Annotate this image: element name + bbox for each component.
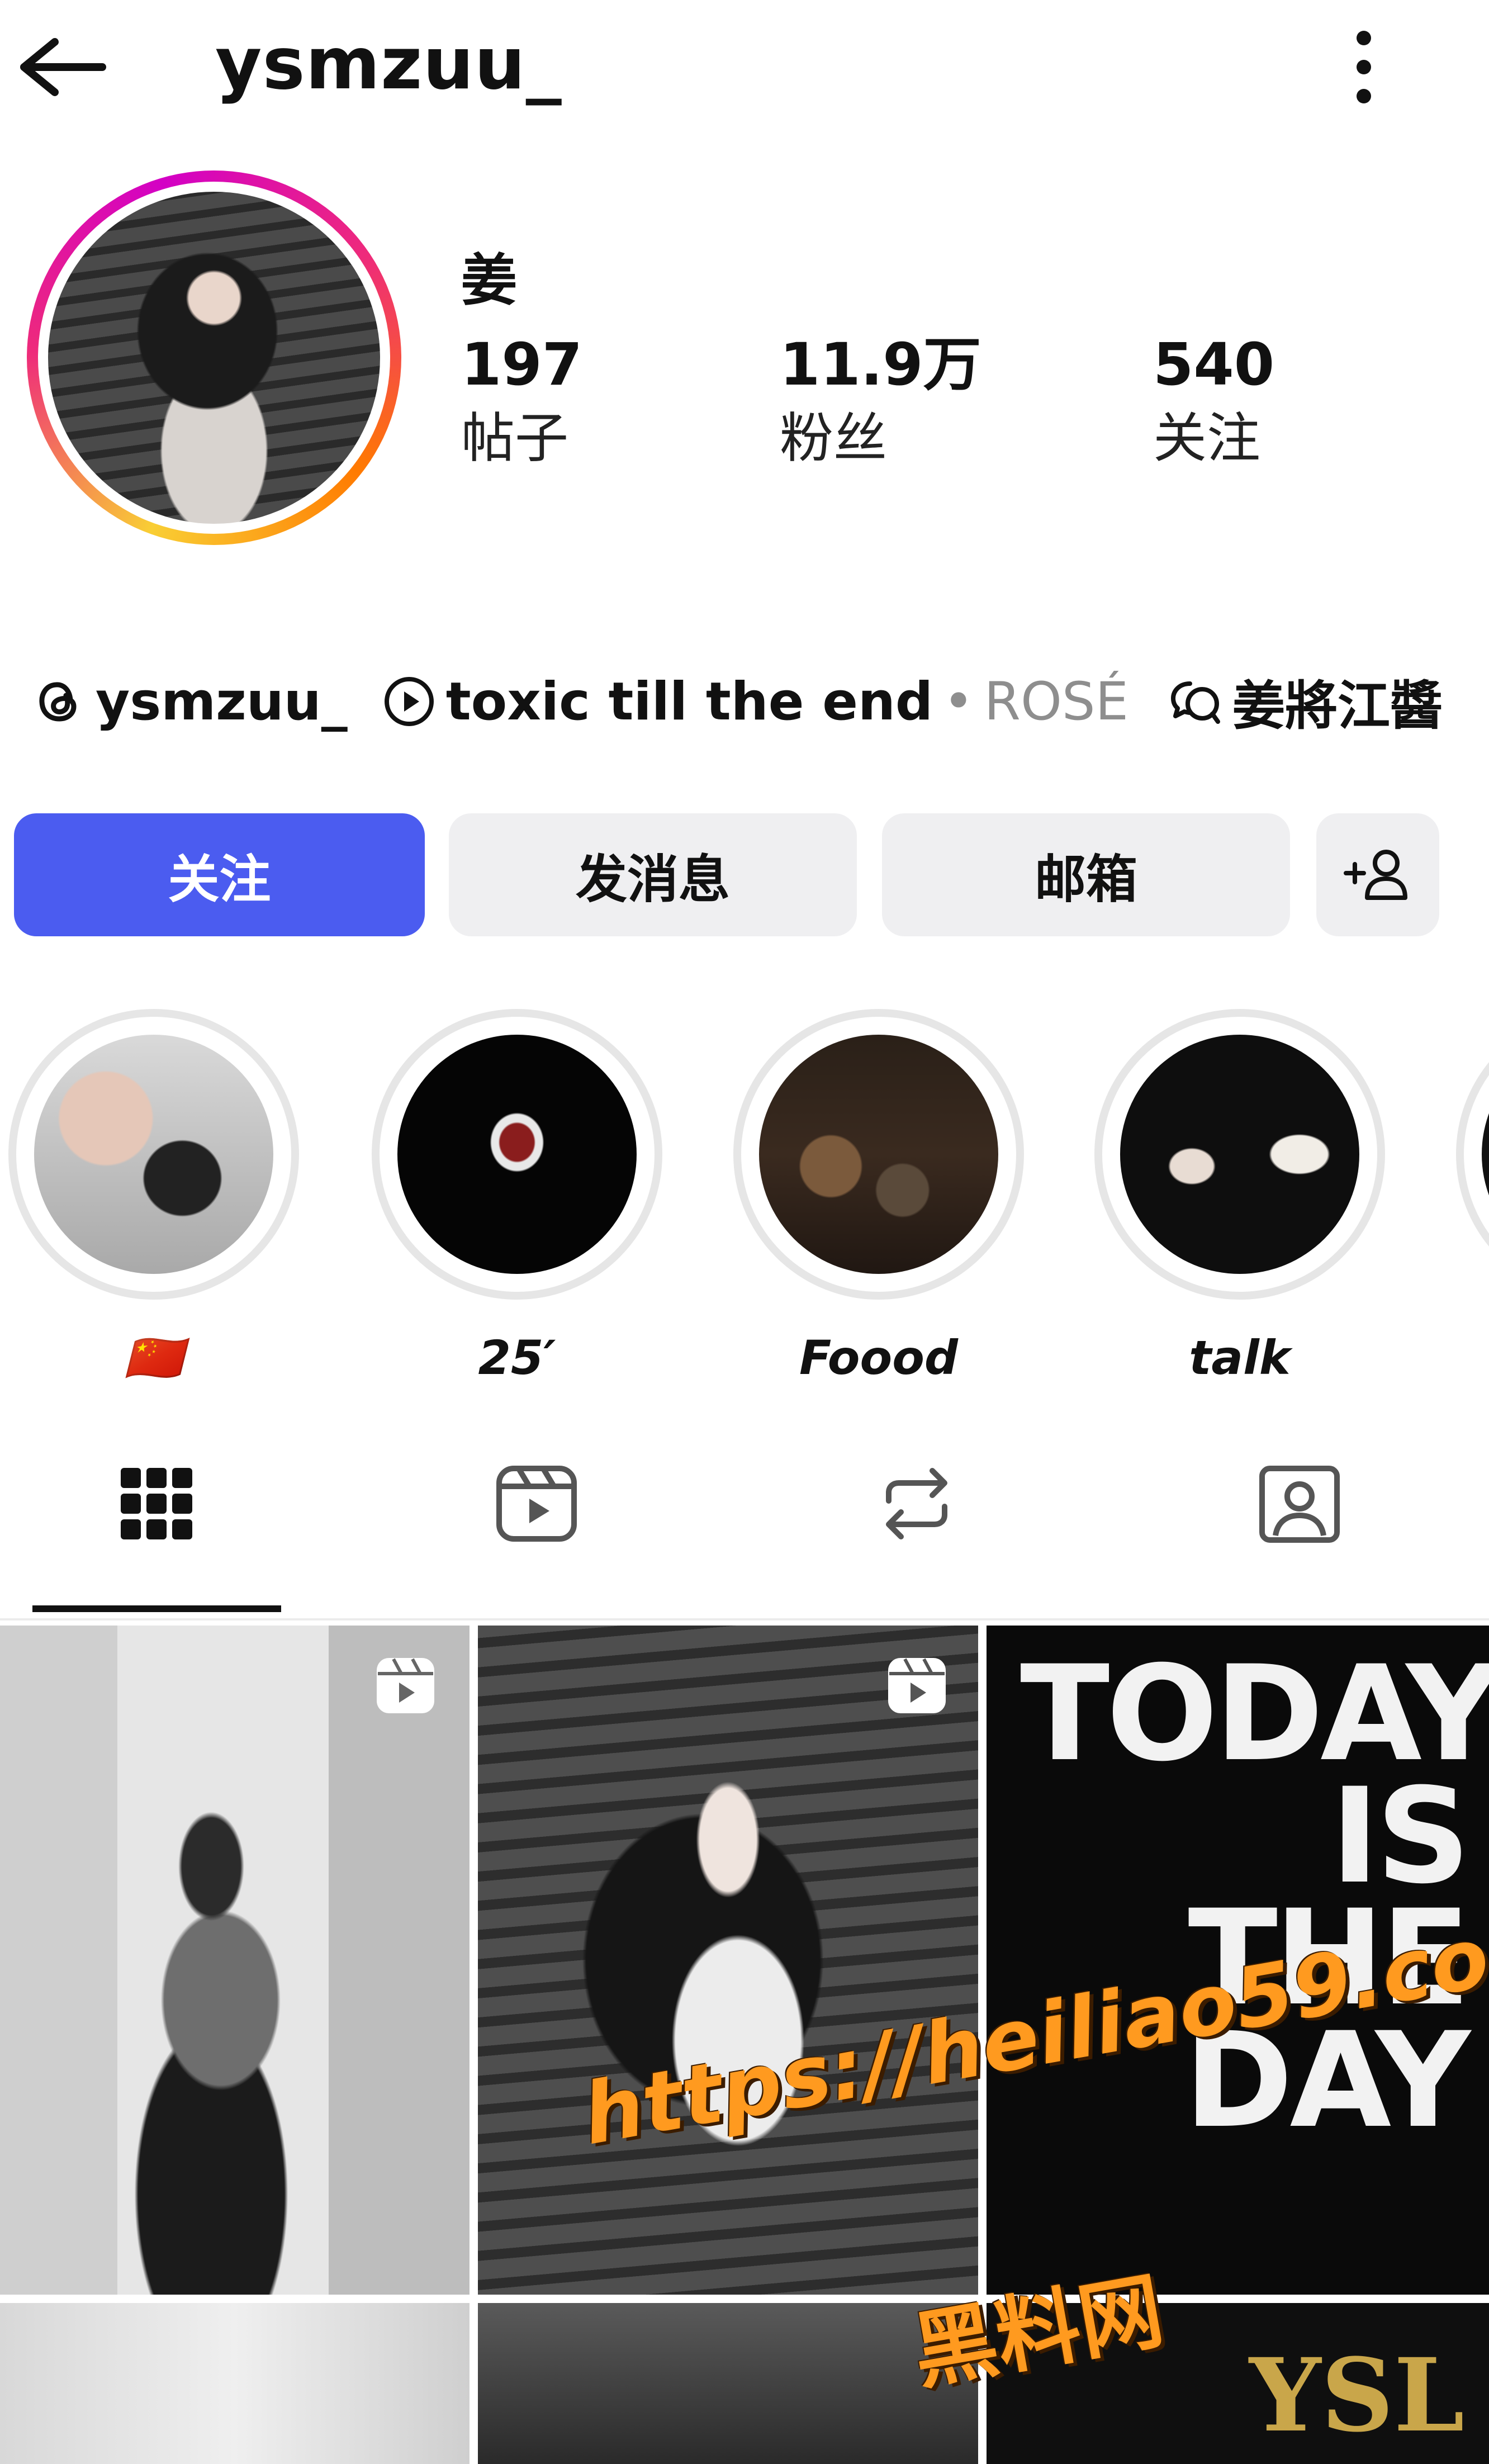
tab-reposts[interactable] xyxy=(866,1453,967,1554)
threads-handle-link[interactable]: ysmzuu_ xyxy=(96,671,348,732)
highlight-cover xyxy=(1482,1035,1489,1274)
profile-links-row: ysmzuu_ toxic till the end • ROSÉ 姜將江醬 xyxy=(31,662,1443,741)
song-separator: • xyxy=(943,671,974,732)
play-circle-icon[interactable] xyxy=(381,674,437,729)
tab-posts-grid[interactable] xyxy=(106,1453,207,1554)
profile-username: ysmzuu_ xyxy=(215,22,562,106)
chat-bubbles-icon[interactable] xyxy=(1168,674,1224,729)
grid-icon xyxy=(121,1468,192,1539)
posts-label: 帖子 xyxy=(461,407,568,470)
community-name-link[interactable]: 姜將江醬 xyxy=(1232,664,1443,740)
avatar xyxy=(48,192,380,524)
add-person-icon xyxy=(1344,850,1407,900)
story-highlight[interactable]: 🇨🇳 xyxy=(8,1009,299,1386)
avatar-story-ring[interactable] xyxy=(27,170,401,545)
following-label: 关注 xyxy=(1153,407,1260,470)
followers-count: 11.9万 xyxy=(780,330,981,399)
followers-label: 粉丝 xyxy=(780,407,887,470)
story-highlight[interactable]: talk xyxy=(1094,1009,1385,1385)
display-name: 姜 xyxy=(461,248,517,313)
follow-button[interactable]: 关注 xyxy=(14,813,425,936)
song-artist: ROSÉ xyxy=(984,671,1128,732)
more-options-button[interactable] xyxy=(1339,31,1389,103)
song-title-link[interactable]: toxic till the end xyxy=(446,671,933,732)
tab-reels[interactable] xyxy=(486,1453,587,1554)
tab-tagged[interactable] xyxy=(1249,1453,1350,1554)
threads-icon[interactable] xyxy=(31,674,87,729)
reels-icon xyxy=(496,1466,577,1542)
highlight-label: 25′ xyxy=(478,1330,556,1385)
reels-badge-icon xyxy=(888,1658,946,1713)
highlight-cover xyxy=(397,1035,637,1274)
suggested-people-button[interactable] xyxy=(1316,813,1439,936)
story-highlight[interactable] xyxy=(1456,1009,1489,1300)
following-count: 540 xyxy=(1153,330,1275,399)
tagged-icon xyxy=(1259,1466,1340,1543)
message-button[interactable]: 发消息 xyxy=(449,813,857,936)
stat-posts[interactable]: 197 帖子 xyxy=(461,335,582,468)
back-button[interactable] xyxy=(16,28,108,106)
more-vertical-icon xyxy=(1357,31,1371,45)
email-button[interactable]: 邮箱 xyxy=(882,813,1290,936)
stat-followers[interactable]: 11.9万 粉丝 xyxy=(780,335,981,468)
ysl-logo: YSL xyxy=(1249,2337,1465,2454)
post-thumbnail[interactable] xyxy=(478,1626,978,2295)
story-highlight[interactable]: Foood xyxy=(733,1009,1024,1385)
post-thumbnail[interactable] xyxy=(478,2303,978,2464)
active-tab-indicator xyxy=(32,1605,281,1612)
post-thumbnail[interactable] xyxy=(0,1626,470,2295)
stat-following[interactable]: 540 关注 xyxy=(1153,335,1274,468)
story-highlight[interactable]: 25′ xyxy=(372,1009,662,1385)
reels-badge-icon xyxy=(377,1658,434,1713)
highlight-label: 🇨🇳 xyxy=(124,1330,183,1385)
highlight-label: talk xyxy=(1189,1330,1291,1385)
tab-divider xyxy=(0,1618,1489,1620)
highlight-cover xyxy=(759,1035,998,1274)
reposts-icon xyxy=(886,1468,947,1539)
highlight-label: Foood xyxy=(799,1330,959,1385)
arrow-left-icon xyxy=(20,38,106,96)
highlight-cover xyxy=(34,1035,273,1274)
highlight-cover xyxy=(1120,1035,1359,1274)
posts-count: 197 xyxy=(461,330,583,399)
post-thumbnail[interactable] xyxy=(0,2303,470,2464)
